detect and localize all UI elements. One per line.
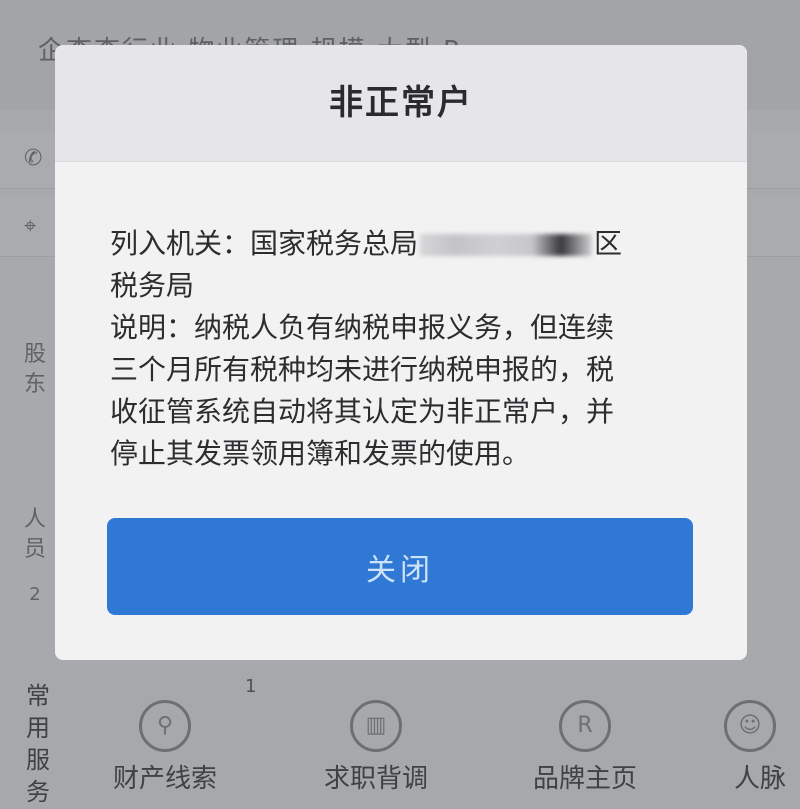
authority-line-2: 税务局 bbox=[110, 269, 195, 302]
location-pin-icon: ⌖ bbox=[24, 214, 37, 239]
service-label: 财产线索 bbox=[112, 764, 217, 794]
authority-suffix: 区 bbox=[594, 227, 623, 260]
service-badge: 1 bbox=[245, 676, 257, 697]
abnormal-household-dialog: 非正常户 列入机关：国家税务总局 区 税务局 说明：纳税人负有纳税申报义务，但连续… bbox=[55, 45, 747, 660]
close-button[interactable]: 关闭 bbox=[107, 518, 693, 615]
service-property-clues[interactable]: ⚲ 财产线索 bbox=[85, 700, 245, 795]
listing-authority-line: 列入机关：国家税务总局 区 bbox=[110, 223, 700, 265]
person-icon: ☺ bbox=[724, 700, 776, 752]
dialog-body: 列入机关：国家税务总局 区 税务局 说明：纳税人负有纳税申报义务，但连续 三个月所… bbox=[110, 223, 700, 475]
service-label: 品牌主页 bbox=[532, 764, 637, 794]
service-label: 人脉 bbox=[734, 764, 787, 794]
clue-icon: ⚲ bbox=[139, 700, 191, 752]
explanation-line-4: 停止其发票领用簿和发票的使用。 bbox=[110, 437, 531, 470]
phone-icon: ✆ bbox=[24, 146, 43, 171]
redacted-region bbox=[420, 234, 593, 256]
explanation-line-3: 收征管系统自动将其认定为非正常户，并 bbox=[110, 395, 615, 428]
staff-count: 2 bbox=[29, 584, 41, 605]
job-icon: ▥ bbox=[350, 700, 402, 752]
common-services-label: 常用服务 bbox=[26, 682, 50, 806]
dialog-title-bar: 非正常户 bbox=[55, 45, 747, 162]
explanation-line-2: 三个月所有税种均未进行纳税申报的，税 bbox=[110, 353, 615, 386]
dialog-title: 非正常户 bbox=[329, 83, 473, 123]
service-job-check[interactable]: ▥ 求职背调 bbox=[296, 700, 456, 795]
explanation-line-1: 说明：纳税人负有纳税申报义务，但连续 bbox=[110, 311, 615, 344]
service-connections[interactable]: ☺ 人脉 bbox=[700, 700, 800, 795]
service-label: 求职背调 bbox=[323, 764, 428, 794]
brand-icon: R bbox=[559, 700, 611, 752]
service-brand-page[interactable]: R 品牌主页 bbox=[505, 700, 665, 795]
authority-prefix: 列入机关：国家税务总局 bbox=[110, 227, 419, 260]
shareholder-tab[interactable]: 股东 bbox=[20, 340, 50, 400]
staff-tab[interactable]: 人员 bbox=[20, 505, 50, 565]
